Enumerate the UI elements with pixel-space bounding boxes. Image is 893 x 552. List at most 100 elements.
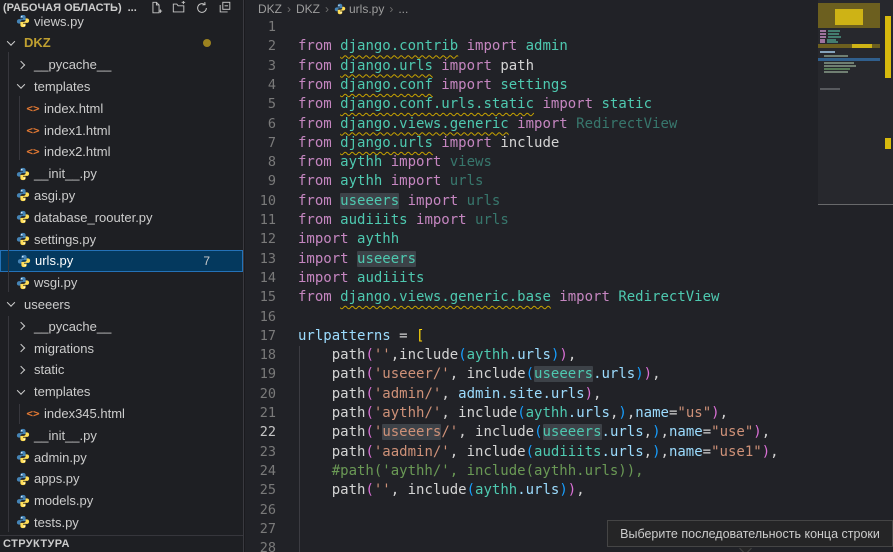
code-line[interactable]: 1 (245, 18, 818, 38)
line-number: 3 (245, 57, 276, 76)
python-file-icon (16, 14, 30, 28)
code-line[interactable]: 21 path('aythh/', include(aythh.urls,),n… (245, 404, 818, 424)
new-file-icon[interactable] (149, 1, 163, 15)
code-line[interactable]: 12import aythh (245, 230, 818, 250)
code-line[interactable]: 2from django.contrib import admin (245, 37, 818, 57)
code-line[interactable]: 3from django.urls import path (245, 57, 818, 77)
code-line[interactable]: 6from django.views.generic import Redire… (245, 115, 818, 135)
outline-section-header[interactable]: СТРУКТУРА (0, 535, 243, 552)
code-line[interactable]: 20 path('admin/', admin.site.urls), (245, 385, 818, 405)
line-number: 21 (245, 404, 276, 423)
tree-item-admin-py[interactable]: admin.py (0, 446, 243, 468)
line-number: 9 (245, 172, 276, 191)
tree-item-migrations[interactable]: migrations (0, 337, 243, 359)
code-line[interactable]: 4from django.conf import settings (245, 76, 818, 96)
tree-item-label: settings.py (34, 232, 96, 247)
tree-item-label: useeers (24, 297, 70, 312)
code-text: path('', include(aythh.urls)), (298, 481, 585, 500)
tree-item-label: __init__.py (34, 428, 97, 443)
python-file-icon (16, 472, 30, 486)
tree-item--init-py[interactable]: __init__.py (0, 424, 243, 446)
tree-item-index1-html[interactable]: <>index1.html (0, 119, 243, 141)
tree-item-tests-py[interactable]: tests.py (0, 511, 243, 533)
html-file-icon: <> (26, 407, 40, 420)
tree-item-settings-py[interactable]: settings.py (0, 228, 243, 250)
chevron-down-icon (17, 81, 25, 89)
explorer-header: (РАБОЧАЯ ОБЛАСТЬ) ... (0, 0, 243, 15)
tree-item-index-html[interactable]: <>index.html (0, 97, 243, 119)
code-text: path('aythh/', include(aythh.urls,),name… (298, 404, 728, 423)
code-line[interactable]: 25 path('', include(aythh.urls)), (245, 481, 818, 501)
outline-label: СТРУКТУРА (3, 538, 70, 550)
refresh-icon[interactable] (195, 1, 209, 15)
tree-item-static[interactable]: static (0, 359, 243, 381)
tree-item--pycache-[interactable]: __pycache__ (0, 54, 243, 76)
code-line[interactable]: 10from useeers import urls (245, 192, 818, 212)
code-line[interactable]: 16 (245, 308, 818, 328)
line-number: 28 (245, 539, 276, 552)
code-line[interactable]: 15from django.views.generic.base import … (245, 288, 818, 308)
code-line[interactable]: 18 path('',include(aythh.urls)), (245, 346, 818, 366)
modified-dot-icon (203, 39, 211, 47)
line-number: 7 (245, 134, 276, 153)
collapse-folders-icon[interactable] (218, 1, 232, 15)
tree-item-dkz[interactable]: DKZ (0, 32, 243, 54)
tree-item-database-roouter-py[interactable]: database_roouter.py (0, 206, 243, 228)
tree-item-label: index1.html (44, 123, 110, 138)
editor-pane: DKZ›DKZ›urls.py›... 12from django.contri… (245, 0, 893, 552)
minimap-slider[interactable] (818, 0, 893, 205)
tree-indent-guide (8, 316, 9, 532)
line-number: 2 (245, 37, 276, 56)
tree-item-apps-py[interactable]: apps.py (0, 468, 243, 490)
code-text: path('admin/', admin.site.urls), (298, 385, 601, 404)
code-line[interactable]: 8from aythh import views (245, 153, 818, 173)
tree-item-models-py[interactable]: models.py (0, 490, 243, 512)
tree-item-label: models.py (34, 493, 93, 508)
tree-item-templates[interactable]: templates (0, 75, 243, 97)
more-actions-button[interactable]: ... (128, 2, 137, 14)
new-folder-icon[interactable] (172, 1, 186, 15)
tree-item-index2-html[interactable]: <>index2.html (0, 141, 243, 163)
code-line[interactable]: 24 #path('aythh/', include(aythh.urls)), (245, 462, 818, 482)
code-line[interactable]: 26 (245, 501, 818, 521)
python-file-icon (16, 428, 30, 442)
tree-item-label: DKZ (24, 35, 51, 50)
tree-item-urls-py[interactable]: urls.py7 (0, 250, 243, 272)
code-text: from django.conf.urls.static import stat… (298, 95, 652, 114)
code-line[interactable]: 17urlpatterns = [ (245, 327, 818, 347)
line-number: 19 (245, 365, 276, 384)
code-line[interactable]: 23 path('aadmin/', include(audiiits.urls… (245, 443, 818, 463)
tree-item-wsgi-py[interactable]: wsgi.py (0, 272, 243, 294)
code-line[interactable]: 22 path('useeers/', include(useeers.urls… (245, 423, 818, 443)
tree-item-asgi-py[interactable]: asgi.py (0, 184, 243, 206)
line-number: 27 (245, 520, 276, 539)
html-file-icon: <> (26, 145, 40, 158)
code-indent-guide (299, 346, 300, 552)
tree-indent-guide (8, 52, 9, 292)
line-number: 15 (245, 288, 276, 307)
tree-item-index345-html[interactable]: <>index345.html (0, 402, 243, 424)
code-line[interactable]: 9from aythh import urls (245, 172, 818, 192)
code-text: from django.conf import settings (298, 76, 568, 95)
code-line[interactable]: 19 path('useeer/', include(useeers.urls)… (245, 365, 818, 385)
code-text: from audiiits import urls (298, 211, 509, 230)
code-line[interactable]: 13import useeers (245, 250, 818, 270)
code-line[interactable]: 14import audiiits (245, 269, 818, 289)
line-number: 26 (245, 501, 276, 520)
code-area[interactable]: 12from django.contrib import admin3from … (245, 0, 818, 552)
code-text: import useeers (298, 250, 416, 269)
python-file-icon (16, 450, 30, 464)
tree-item--init-py[interactable]: __init__.py (0, 163, 243, 185)
tree-item-templates[interactable]: templates (0, 381, 243, 403)
tree-item-label: admin.py (34, 450, 87, 465)
tree-item--pycache-[interactable]: __pycache__ (0, 315, 243, 337)
code-text: urlpatterns = [ (298, 327, 424, 346)
code-line[interactable]: 11from audiiits import urls (245, 211, 818, 231)
tree-item-useeers[interactable]: useeers (0, 293, 243, 315)
code-text: from django.urls import include (298, 134, 559, 153)
warning-ruler-mark (885, 138, 891, 149)
line-number: 14 (245, 269, 276, 288)
file-tree: views.pyDKZ__pycache__templates<>index.h… (0, 0, 243, 535)
code-line[interactable]: 7 from django.urls import include (245, 134, 818, 154)
code-line[interactable]: 5from django.conf.urls.static import sta… (245, 95, 818, 115)
